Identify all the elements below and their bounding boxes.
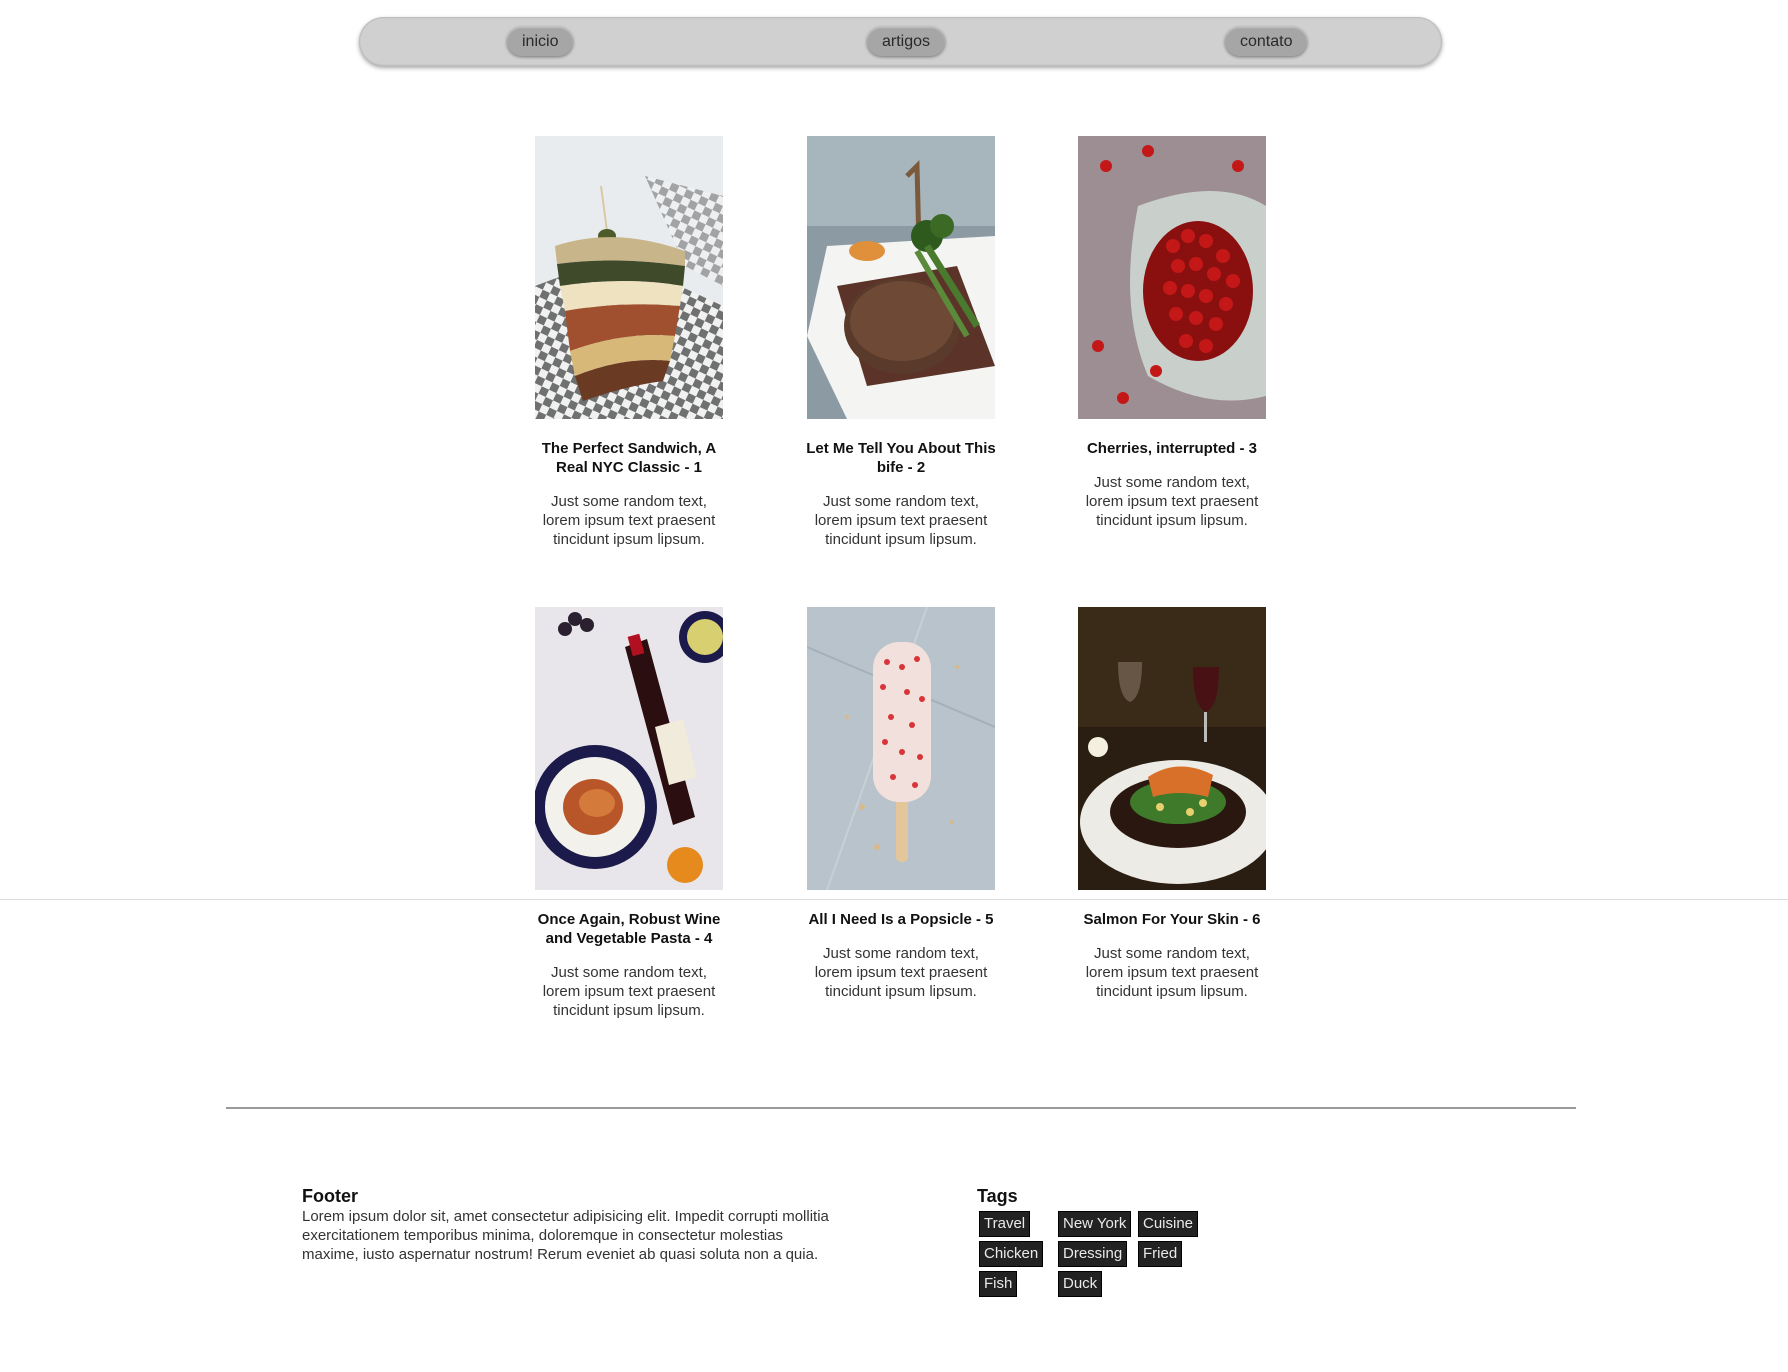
top-navigation: inicio artigos contato bbox=[359, 17, 1442, 66]
tag-new-york[interactable]: New York bbox=[1058, 1211, 1132, 1237]
post-excerpt: Just some random text, lorem ipsum text … bbox=[1085, 474, 1259, 529]
steak-photo[interactable] bbox=[807, 136, 995, 419]
post-card[interactable]: Salmon For Your Skin - 6 Just some rando… bbox=[1077, 607, 1267, 1001]
post-excerpt: Just some random text, lorem ipsum text … bbox=[542, 964, 716, 1019]
salmon-image bbox=[1078, 607, 1266, 890]
sandwich-image bbox=[535, 136, 723, 419]
tag-fish[interactable]: Fish bbox=[979, 1271, 1018, 1297]
wine-pasta-photo[interactable] bbox=[535, 607, 723, 890]
nav-link-contato[interactable]: contato bbox=[1225, 27, 1308, 56]
footer-text: Lorem ipsum dolor sit, amet consectetur … bbox=[302, 1208, 829, 1263]
post-title[interactable]: Once Again, Robust Wine and Vegetable Pa… bbox=[534, 910, 724, 948]
post-title[interactable]: All I Need Is a Popsicle - 5 bbox=[806, 910, 996, 929]
popsicle-image bbox=[807, 607, 995, 890]
post-card[interactable]: Let Me Tell You About This bife - 2 Just… bbox=[806, 136, 996, 549]
post-title[interactable]: Cherries, interrupted - 3 bbox=[1077, 439, 1267, 458]
post-excerpt: Just some random text, lorem ipsum text … bbox=[814, 493, 988, 548]
footer-heading: Footer bbox=[302, 1186, 358, 1206]
salmon-photo[interactable] bbox=[1078, 607, 1266, 890]
wine-pasta-image bbox=[535, 607, 723, 890]
tag-travel[interactable]: Travel bbox=[979, 1211, 1031, 1237]
popsicle-photo[interactable] bbox=[807, 607, 995, 890]
post-card[interactable]: Cherries, interrupted - 3 Just some rand… bbox=[1077, 136, 1267, 530]
footer: Footer Lorem ipsum dolor sit, amet conse… bbox=[302, 1185, 832, 1264]
tag-dressing[interactable]: Dressing bbox=[1058, 1241, 1128, 1267]
divider bbox=[0, 899, 1788, 900]
tag-chicken[interactable]: Chicken bbox=[979, 1241, 1044, 1267]
post-excerpt: Just some random text, lorem ipsum text … bbox=[814, 945, 988, 1000]
footer-divider bbox=[226, 1107, 1576, 1109]
post-title[interactable]: The Perfect Sandwich, A Real NYC Classic… bbox=[534, 439, 724, 477]
post-title[interactable]: Salmon For Your Skin - 6 bbox=[1077, 910, 1267, 929]
nav-link-artigos[interactable]: artigos bbox=[867, 27, 946, 56]
post-card[interactable]: All I Need Is a Popsicle - 5 Just some r… bbox=[806, 607, 996, 1001]
cherries-image bbox=[1078, 136, 1266, 419]
post-excerpt: Just some random text, lorem ipsum text … bbox=[1085, 945, 1259, 1000]
sandwich-photo[interactable] bbox=[535, 136, 723, 419]
tag-cuisine[interactable]: Cuisine bbox=[1138, 1211, 1199, 1237]
tag-fried[interactable]: Fried bbox=[1138, 1241, 1183, 1267]
post-excerpt: Just some random text, lorem ipsum text … bbox=[542, 493, 716, 548]
nav-link-inicio[interactable]: inicio bbox=[507, 27, 574, 56]
tags-heading: Tags bbox=[977, 1186, 1018, 1206]
post-card[interactable]: Once Again, Robust Wine and Vegetable Pa… bbox=[534, 607, 724, 1020]
cherries-photo[interactable] bbox=[1078, 136, 1266, 419]
post-title[interactable]: Let Me Tell You About This bife - 2 bbox=[806, 439, 996, 477]
steak-image bbox=[807, 136, 995, 419]
tag-duck[interactable]: Duck bbox=[1058, 1271, 1103, 1297]
post-card[interactable]: The Perfect Sandwich, A Real NYC Classic… bbox=[534, 136, 724, 549]
tags-section: Tags Travel New York Cuisine Chicken Dre… bbox=[977, 1185, 1237, 1297]
